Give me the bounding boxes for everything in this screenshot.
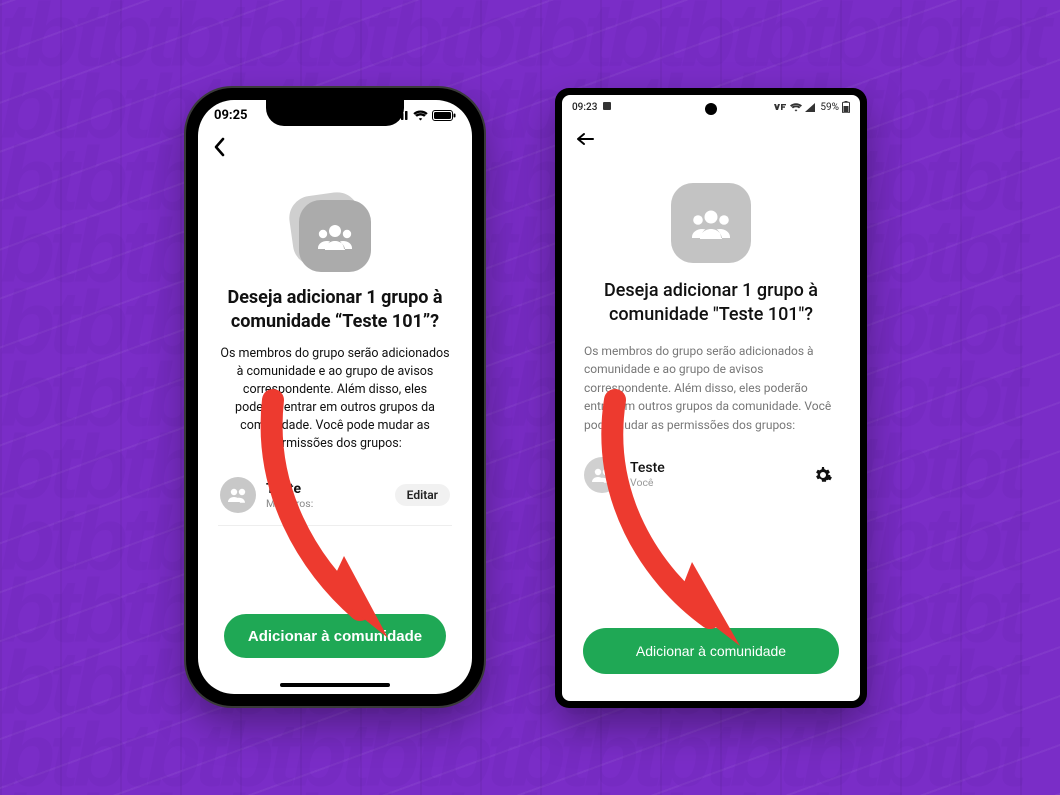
- battery-icon: [432, 110, 456, 121]
- community-icon: [671, 183, 751, 263]
- android-camera-cutout: [705, 103, 717, 115]
- android-footer: Adicionar à comunidade: [569, 628, 853, 694]
- group-avatar: [584, 457, 620, 493]
- android-frame: 09:23 59%: [555, 88, 867, 708]
- battery-icon: [842, 101, 850, 113]
- iphone-frame: 09:25: [186, 88, 484, 706]
- confirmation-description: Os membros do grupo serão adicionados à …: [584, 342, 838, 435]
- wifi-icon: [790, 103, 802, 112]
- group-texts: Teste Você: [630, 460, 798, 489]
- android-status-time: 09:23: [572, 102, 597, 113]
- arrow-left-icon: [576, 132, 594, 146]
- iphone-notch: [266, 100, 404, 126]
- confirmation-description: Os membros do grupo serão adicionados à …: [220, 345, 450, 454]
- iphone-screen: 09:25: [198, 100, 472, 694]
- battery-percent: 59%: [818, 102, 839, 113]
- vowifi-icon: [773, 103, 787, 112]
- group-icon: [315, 222, 355, 250]
- group-name: Teste: [630, 460, 798, 476]
- confirmation-title: Deseja adicionar 1 grupo à comunidade "T…: [588, 279, 834, 328]
- edit-button[interactable]: Editar: [395, 484, 450, 506]
- add-to-community-button[interactable]: Adicionar à comunidade: [224, 614, 446, 658]
- cta-label: Adicionar à comunidade: [636, 643, 786, 659]
- notification-icon: [603, 102, 611, 113]
- group-icon: [591, 467, 613, 483]
- add-to-community-button[interactable]: Adicionar à comunidade: [583, 628, 839, 674]
- ios-footer: Adicionar à comunidade: [210, 614, 460, 682]
- group-subtitle: Membros:: [266, 497, 385, 510]
- group-avatar: [220, 477, 256, 513]
- ios-status-time: 09:25: [214, 108, 248, 123]
- group-name: Teste: [266, 481, 385, 497]
- ios-nav: [198, 130, 472, 164]
- back-button[interactable]: [568, 122, 602, 156]
- group-texts: Teste Membros:: [266, 481, 385, 510]
- android-nav: [562, 119, 860, 159]
- group-row: Teste Membros: Editar: [218, 469, 452, 526]
- back-button[interactable]: [204, 132, 234, 162]
- group-icon: [227, 487, 249, 503]
- gear-icon: [814, 466, 832, 484]
- group-settings-button[interactable]: [808, 460, 838, 490]
- community-icon: [299, 200, 371, 272]
- android-screen: 09:23 59%: [562, 95, 860, 701]
- group-subtitle: Você: [630, 476, 798, 489]
- group-row: Teste Você: [584, 453, 838, 497]
- android-content: Deseja adicionar 1 grupo à comunidade "T…: [562, 159, 860, 497]
- chevron-left-icon: [213, 137, 225, 157]
- home-indicator: [280, 683, 390, 687]
- cta-label: Adicionar à comunidade: [248, 628, 422, 645]
- stage: 09:25: [0, 0, 1060, 795]
- ios-content: Deseja adicionar 1 grupo à comunidade “T…: [198, 164, 472, 526]
- confirmation-title: Deseja adicionar 1 grupo à comunidade “T…: [222, 286, 448, 335]
- wifi-icon: [413, 110, 428, 121]
- group-icon: [688, 207, 734, 239]
- cellular-signal-icon: [805, 103, 815, 112]
